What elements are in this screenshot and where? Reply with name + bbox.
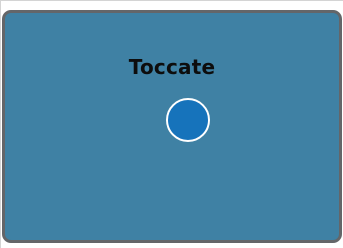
circle-button[interactable] [166, 98, 210, 142]
panel-title: Toccate [128, 55, 216, 79]
